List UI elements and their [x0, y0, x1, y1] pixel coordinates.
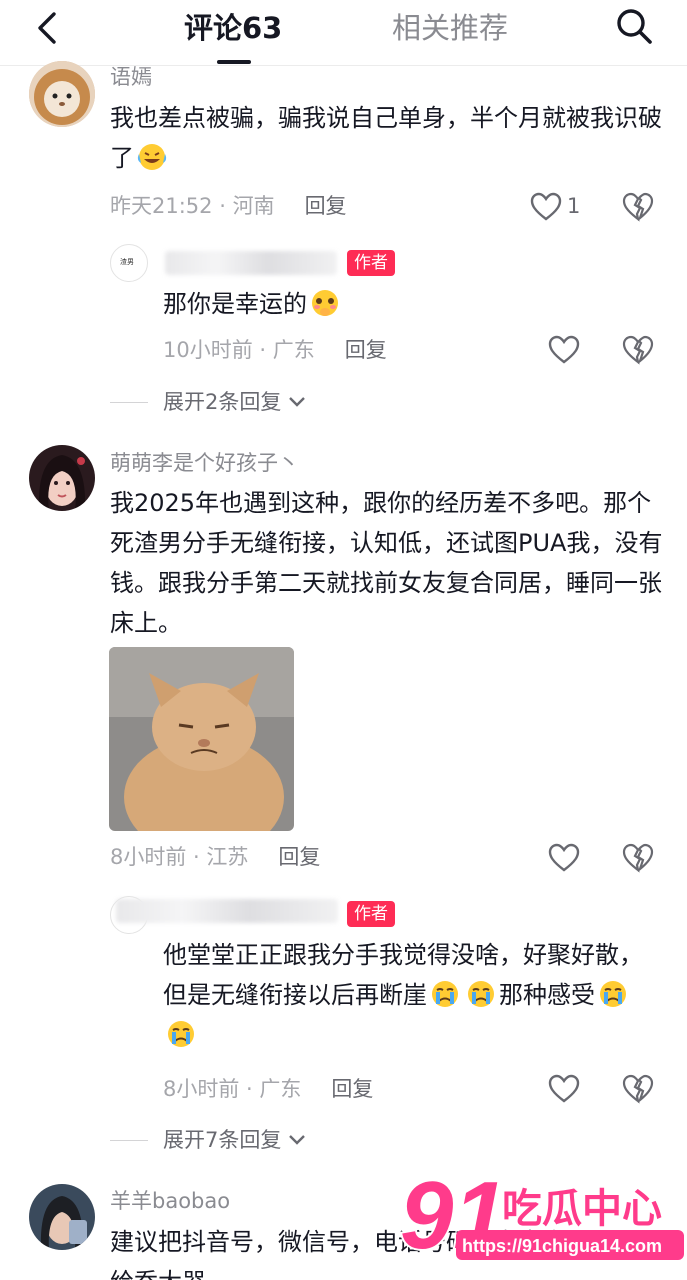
expand-replies-label: 展开7条回复	[163, 1128, 282, 1152]
broken-heart-icon[interactable]	[622, 843, 654, 873]
avatar[interactable]	[29, 445, 95, 511]
crying-face-emoji-icon	[168, 1021, 194, 1047]
heart-icon[interactable]	[530, 192, 562, 222]
active-tab-indicator	[217, 60, 251, 64]
reply-text: 那你是幸运的	[163, 284, 663, 324]
comment-time: 昨天21:52	[110, 194, 213, 218]
chevron-down-icon	[289, 397, 305, 407]
expand-replies-button[interactable]: 展开2条回复	[163, 388, 306, 416]
search-icon[interactable]	[612, 4, 656, 48]
site-watermark-logo: 91 吃瓜中心 https://91chigua14.com	[400, 1160, 684, 1271]
author-avatar-label: 渣男	[120, 258, 134, 266]
crying-laughing-emoji-icon	[137, 144, 167, 170]
broken-heart-icon[interactable]	[622, 1074, 654, 1104]
girl-avatar-image	[29, 445, 95, 511]
comment-text-content: 我也差点被骗，骗我说自己单身，半个月就被我识破了	[110, 104, 662, 172]
lion-cat-avatar-image	[29, 61, 95, 127]
crying-face-emoji-icon	[468, 981, 494, 1007]
reply-text-content: 那你是幸运的	[163, 290, 307, 318]
reply-meta: 8小时前 · 广东 回复	[163, 1077, 374, 1101]
watermark-brand: 吃瓜中心	[502, 1186, 662, 1232]
comment-location: 江苏	[206, 845, 249, 869]
shy-face-emoji-icon	[312, 290, 338, 316]
girl-avatar-image	[29, 1184, 95, 1250]
chevron-down-icon	[289, 1135, 305, 1145]
comment-text: 我也差点被骗，骗我说自己单身，半个月就被我识破了	[110, 98, 670, 178]
tab-related[interactable]: 相关推荐	[392, 10, 508, 46]
grumpy-cat-image	[109, 647, 294, 831]
comment-text: 我2025年也遇到这种，跟你的经历差不多吧。那个死渣男分手无缝衔接，认知低，还试…	[110, 489, 663, 637]
reply-button[interactable]: 回复	[345, 338, 387, 362]
comment-author[interactable]: 羊羊baobao	[110, 1188, 230, 1214]
comment-author[interactable]: 语嫣	[110, 64, 152, 90]
reply-location: 广东	[259, 1077, 302, 1101]
avatar[interactable]	[29, 61, 95, 127]
comments-header: 评论63 相关推荐	[0, 0, 687, 66]
author-badge: 作者	[347, 901, 395, 927]
crying-face-emoji-icon	[600, 981, 626, 1007]
broken-heart-icon[interactable]	[622, 335, 654, 365]
tab-comments[interactable]: 评论63	[184, 10, 282, 46]
expand-replies-label: 展开2条回复	[163, 390, 282, 414]
heart-icon[interactable]	[548, 1074, 580, 1104]
heart-icon[interactable]	[548, 843, 580, 873]
author-avatar[interactable]: 渣男	[110, 244, 148, 282]
reply-time: 8小时前	[163, 1077, 240, 1101]
author-badge: 作者	[347, 250, 395, 276]
back-arrow-icon[interactable]	[26, 8, 70, 48]
blurred-author-name	[116, 899, 338, 923]
expand-replies-button[interactable]: 展开7条回复	[163, 1126, 306, 1154]
watermark-url: https://91chigua14.com	[462, 1236, 662, 1256]
cat-photo-image[interactable]	[109, 647, 294, 831]
reply-button[interactable]: 回复	[331, 1077, 373, 1101]
heart-icon[interactable]	[548, 335, 580, 365]
comment-meta: 8小时前 · 江苏 回复	[110, 845, 321, 869]
reply-time: 10小时前	[163, 338, 253, 362]
expand-divider	[110, 1140, 148, 1141]
reply-meta: 10小时前 · 广东 回复	[163, 338, 387, 362]
comment-author[interactable]: 萌萌李是个好孩子丶	[110, 450, 299, 476]
avatar[interactable]	[29, 1184, 95, 1250]
comment-location: 河南	[232, 194, 275, 218]
broken-heart-icon[interactable]	[622, 192, 654, 222]
blurred-author-name	[165, 251, 337, 275]
comment-time: 8小时前	[110, 845, 187, 869]
expand-divider	[110, 402, 148, 403]
reply-location: 广东	[272, 338, 315, 362]
reply-text-content-end: 那种感受	[499, 981, 595, 1009]
reply-button[interactable]: 回复	[305, 194, 347, 218]
comment-meta: 昨天21:52 · 河南 回复	[110, 194, 347, 218]
crying-face-emoji-icon	[432, 981, 458, 1007]
like-count: 1	[567, 194, 581, 218]
reply-button[interactable]: 回复	[278, 845, 320, 869]
reply-text: 他堂堂正正跟我分手我觉得没啥，好聚好散，但是无缝衔接以后再断崖 那种感受	[163, 935, 663, 1055]
